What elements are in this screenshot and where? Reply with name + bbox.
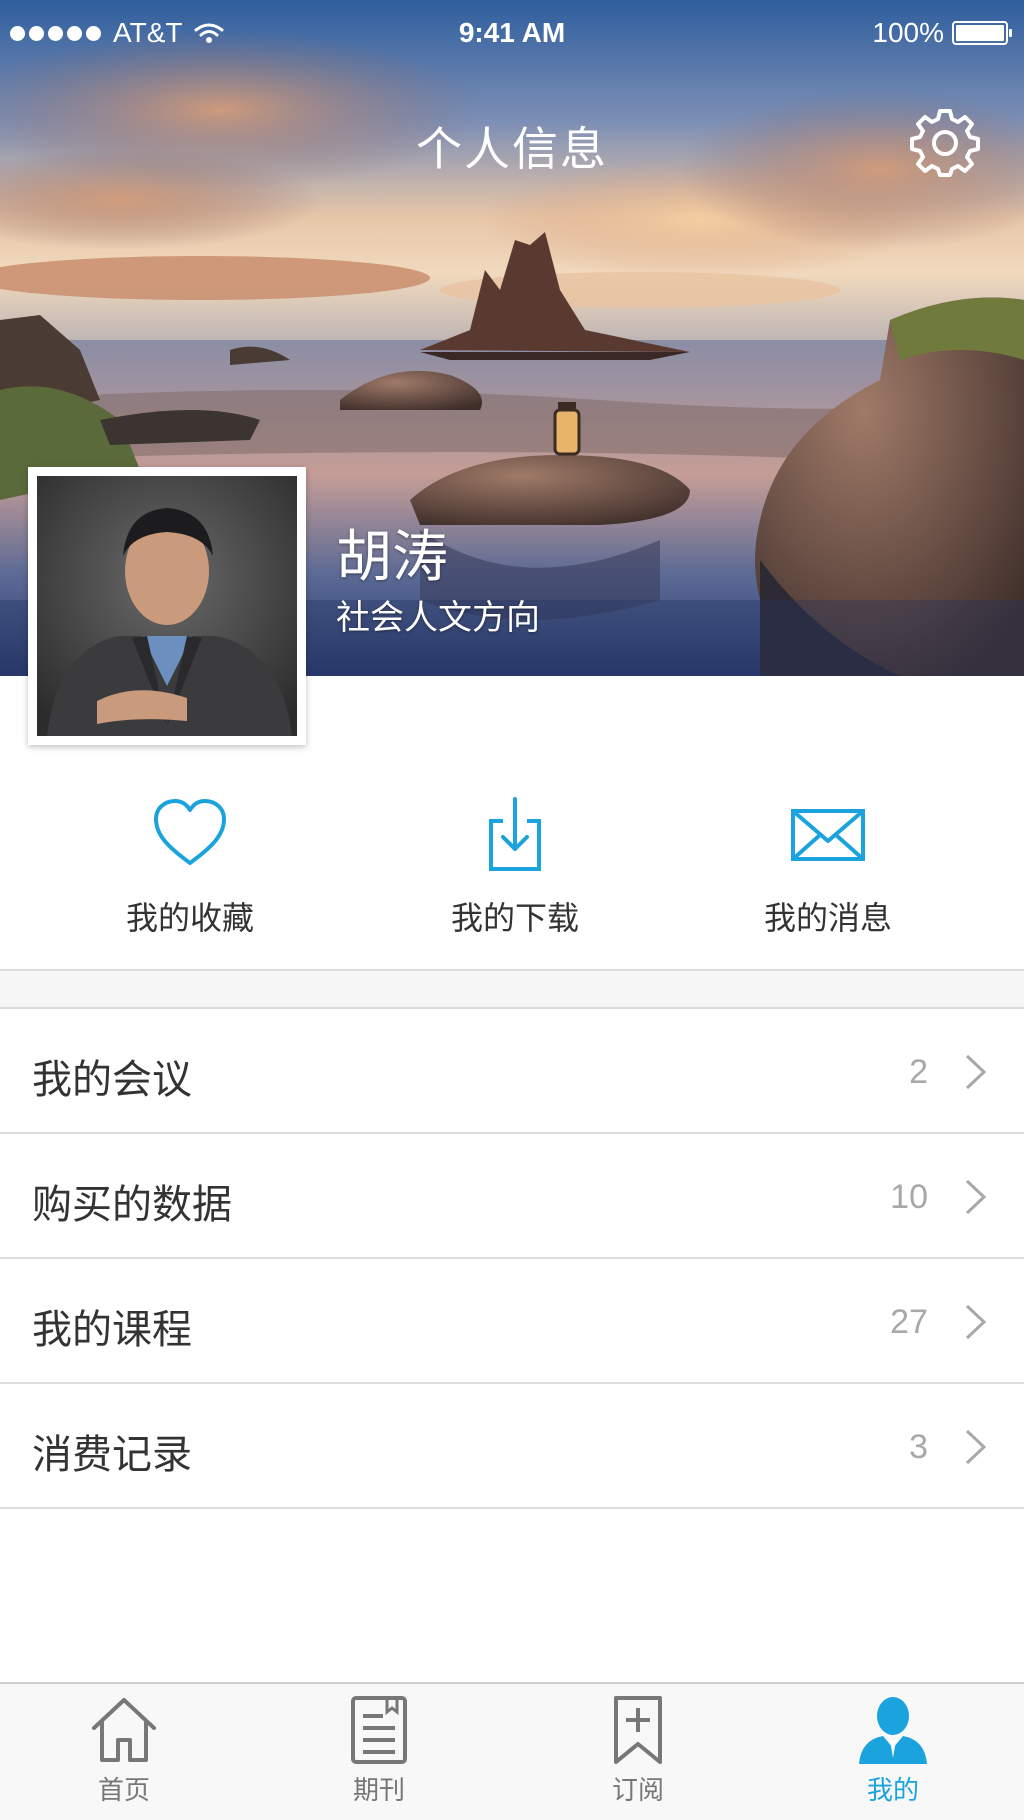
journal-icon [351, 1696, 407, 1764]
favorites-label: 我的收藏 [125, 899, 254, 937]
downloads-label: 我的下载 [450, 899, 579, 937]
menu-item-label: 我的课程 [32, 1307, 192, 1353]
quick-actions: 我的收藏 我的下载 我的消息 [0, 795, 1024, 970]
menu-item-count: 10 [890, 1178, 928, 1216]
user-name: 胡涛 [336, 525, 448, 590]
tab-home[interactable]: 首页 [24, 1684, 224, 1820]
page-title: 个人信息 [416, 122, 608, 176]
battery-percent: 100% [872, 17, 944, 48]
gear-icon [910, 109, 980, 177]
downloads-button[interactable]: 我的下载 [395, 795, 635, 965]
tab-journals[interactable]: 期刊 [279, 1684, 479, 1820]
menu-item-purchased-data[interactable]: 购买的数据 10 [0, 1134, 1024, 1259]
chevron-right-icon [965, 1429, 987, 1465]
tab-label: 期刊 [352, 1776, 405, 1806]
user-field: 社会人文方向 [336, 598, 540, 638]
menu-item-meetings[interactable]: 我的会议 2 [0, 1009, 1024, 1134]
download-icon [489, 797, 541, 871]
tab-bar: 首页 期刊 订阅 我的 [0, 1682, 1024, 1820]
avatar-photo [37, 476, 297, 736]
menu-item-count: 27 [890, 1303, 928, 1341]
tab-label: 首页 [97, 1776, 150, 1806]
battery-icon [952, 21, 1012, 45]
heart-icon [154, 799, 226, 865]
menu-list: 我的会议 2 购买的数据 10 我的课程 27 消费记录 3 [0, 1009, 1024, 1509]
section-divider [0, 969, 1024, 1009]
tab-mine[interactable]: 我的 [793, 1684, 993, 1820]
menu-item-label: 购买的数据 [32, 1182, 232, 1228]
status-bar: AT&T 9:41 AM 100% [0, 0, 1024, 66]
messages-button[interactable]: 我的消息 [708, 795, 948, 965]
tab-label: 订阅 [611, 1776, 664, 1806]
menu-item-courses[interactable]: 我的课程 27 [0, 1259, 1024, 1384]
chevron-right-icon [965, 1054, 987, 1090]
menu-item-count: 3 [909, 1428, 928, 1466]
menu-item-label: 消费记录 [32, 1432, 192, 1478]
status-time: 9:41 AM [458, 17, 566, 48]
avatar[interactable] [28, 467, 306, 745]
menu-item-count: 2 [909, 1053, 928, 1091]
menu-item-spending-records[interactable]: 消费记录 3 [0, 1384, 1024, 1509]
settings-button[interactable] [910, 108, 980, 178]
messages-label: 我的消息 [763, 899, 892, 937]
favorites-button[interactable]: 我的收藏 [70, 795, 310, 965]
menu-item-label: 我的会议 [32, 1057, 192, 1103]
bookmark-add-icon [614, 1696, 662, 1764]
chevron-right-icon [965, 1304, 987, 1340]
tab-subscribe[interactable]: 订阅 [538, 1684, 738, 1820]
chevron-right-icon [965, 1179, 987, 1215]
tab-label: 我的 [866, 1776, 919, 1806]
home-icon [92, 1698, 156, 1762]
mail-icon [791, 809, 865, 861]
user-icon [859, 1697, 927, 1764]
